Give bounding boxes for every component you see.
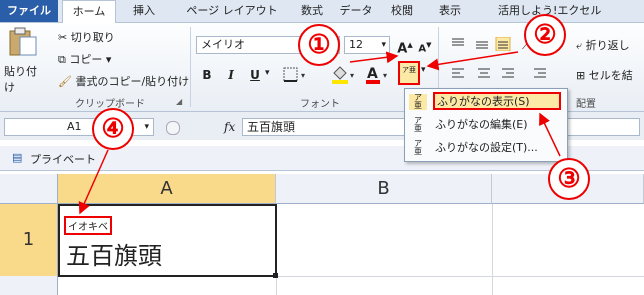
annotation-marker-1: ①: [298, 24, 340, 66]
arrow-1: [349, 51, 399, 64]
annotation-marker-3: ③: [548, 158, 590, 200]
annotation-marker-4: ④: [92, 108, 134, 150]
arrow-3: [539, 112, 561, 157]
arrow-2: [426, 51, 519, 71]
annotation-marker-2: ②: [524, 14, 566, 56]
arrow-4: [78, 149, 109, 215]
